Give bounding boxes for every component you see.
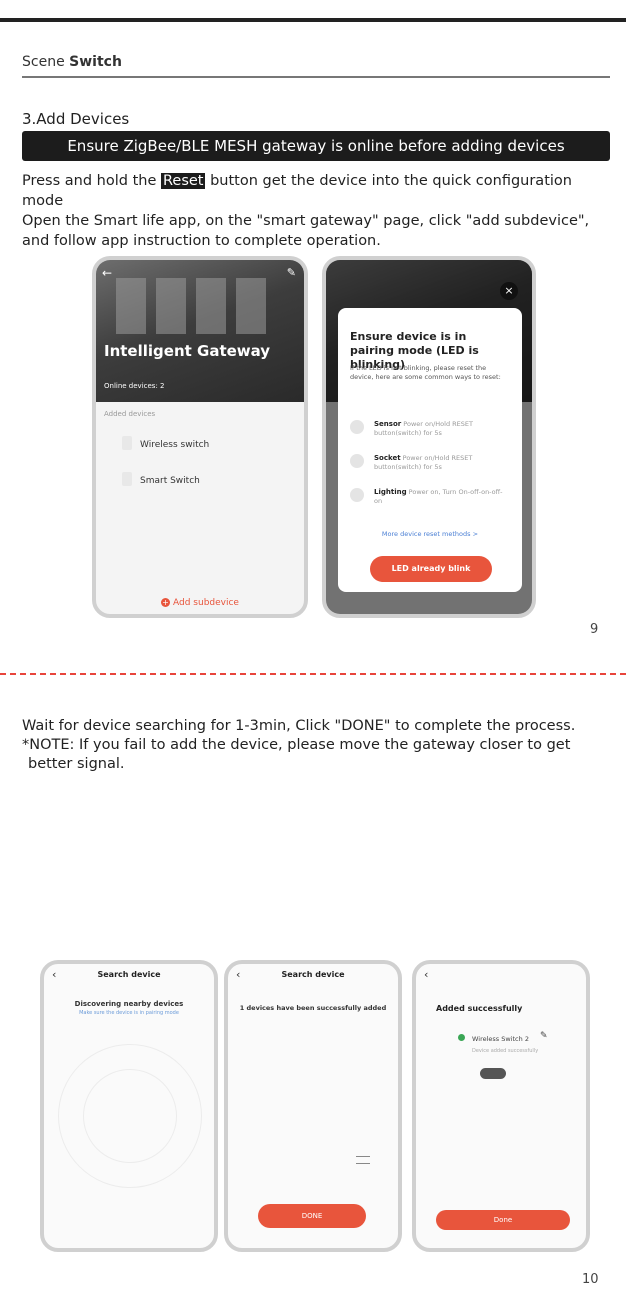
- back-icon[interactable]: ‹: [424, 968, 428, 981]
- room-selector[interactable]: [480, 1068, 506, 1079]
- page-number: 9: [590, 622, 599, 637]
- s2-line3: better signal.: [28, 756, 125, 772]
- success-screen: ‹ Added successfully Wireless Switch 2 ✎…: [412, 960, 590, 1252]
- added-devices-label: Added devices: [104, 410, 156, 418]
- add-subdevice-button[interactable]: + Add subdevice: [96, 598, 304, 608]
- header-divider: [22, 76, 610, 78]
- page-header: Scene Switch: [22, 54, 122, 70]
- header-prefix: Scene: [22, 54, 65, 70]
- more-reset-methods-link[interactable]: More device reset methods >: [338, 530, 522, 538]
- search-screen: ‹ Search device Discovering nearby devic…: [40, 960, 218, 1252]
- pairing-modal: Ensure device is in pairing mode (LED is…: [338, 308, 522, 592]
- list-icon: [356, 1156, 370, 1164]
- led-blink-button[interactable]: LED already blink: [370, 556, 492, 582]
- line2: Open the Smart life app, on the "smart g…: [22, 213, 590, 229]
- edit-icon[interactable]: ✎: [540, 1031, 548, 1041]
- screen-title: Search device: [97, 970, 161, 979]
- close-icon[interactable]: ×: [500, 282, 518, 300]
- plus-circle-icon: +: [161, 598, 171, 607]
- header-title: Switch: [69, 54, 122, 70]
- done-button[interactable]: Done: [436, 1210, 570, 1230]
- bulb-icon: [350, 488, 364, 502]
- method-name: Socket: [374, 454, 401, 462]
- added-status: 1 devices have been successfully added: [239, 1004, 387, 1012]
- s2-line1: Wait for device searching for 1-3min, Cl…: [22, 718, 576, 734]
- pairing-phone-screen: × Ensure device is in pairing mode (LED …: [322, 256, 536, 618]
- page-break-divider: [0, 673, 626, 675]
- discovering-status: Discovering nearby devices: [74, 1000, 184, 1008]
- line3: and follow app instruction to complete o…: [22, 233, 381, 249]
- modal-description: If the LED is not blinking, please reset…: [350, 364, 501, 381]
- online-count: Online devices: 2: [104, 382, 165, 390]
- reset-highlight: Reset: [160, 173, 206, 189]
- device-row-smart-switch[interactable]: Smart Switch: [140, 476, 200, 486]
- sensor-icon: [350, 420, 364, 434]
- method-name: Sensor: [374, 420, 402, 428]
- search-ripple: [83, 1069, 177, 1163]
- instructions-2: Wait for device searching for 1-3min, Cl…: [22, 717, 612, 774]
- device-status-dot: [458, 1034, 465, 1041]
- success-title: Added successfully: [436, 1004, 523, 1013]
- edit-icon[interactable]: ✎: [287, 266, 296, 279]
- device-added-text: Device added successfully: [472, 1048, 539, 1054]
- result-screen: ‹ Search device 1 devices have been succ…: [224, 960, 402, 1252]
- done-button[interactable]: DONE: [258, 1204, 366, 1228]
- device-row-wireless-switch[interactable]: Wireless switch: [140, 440, 209, 450]
- pairing-hint: Make sure the device is in pairing mode: [79, 1010, 179, 1016]
- add-subdevice-label: Add subdevice: [173, 598, 239, 608]
- screen-title: Search device: [281, 970, 345, 979]
- method-name: Lighting: [374, 488, 407, 496]
- s2-line2: *NOTE: If you fail to add the device, pl…: [22, 737, 571, 753]
- notice-banner: Ensure ZigBee/BLE MESH gateway is online…: [22, 131, 610, 161]
- page-number: 10: [582, 1272, 599, 1287]
- top-rule: [0, 18, 626, 22]
- back-arrow-icon[interactable]: ←: [102, 266, 112, 280]
- device-name: Wireless Switch 2: [472, 1035, 529, 1043]
- instructions: Press and hold the Reset button get the …: [22, 171, 614, 251]
- device-icon: [122, 472, 132, 486]
- socket-icon: [350, 454, 364, 468]
- line1-pre: Press and hold the: [22, 173, 161, 189]
- section-title: 3.Add Devices: [22, 110, 130, 128]
- room-photo: ← ✎ Intelligent Gateway Online devices: …: [96, 260, 304, 402]
- gateway-phone-screen: ← ✎ Intelligent Gateway Online devices: …: [92, 256, 308, 618]
- device-icon: [122, 436, 132, 450]
- gateway-title: Intelligent Gateway: [104, 342, 271, 360]
